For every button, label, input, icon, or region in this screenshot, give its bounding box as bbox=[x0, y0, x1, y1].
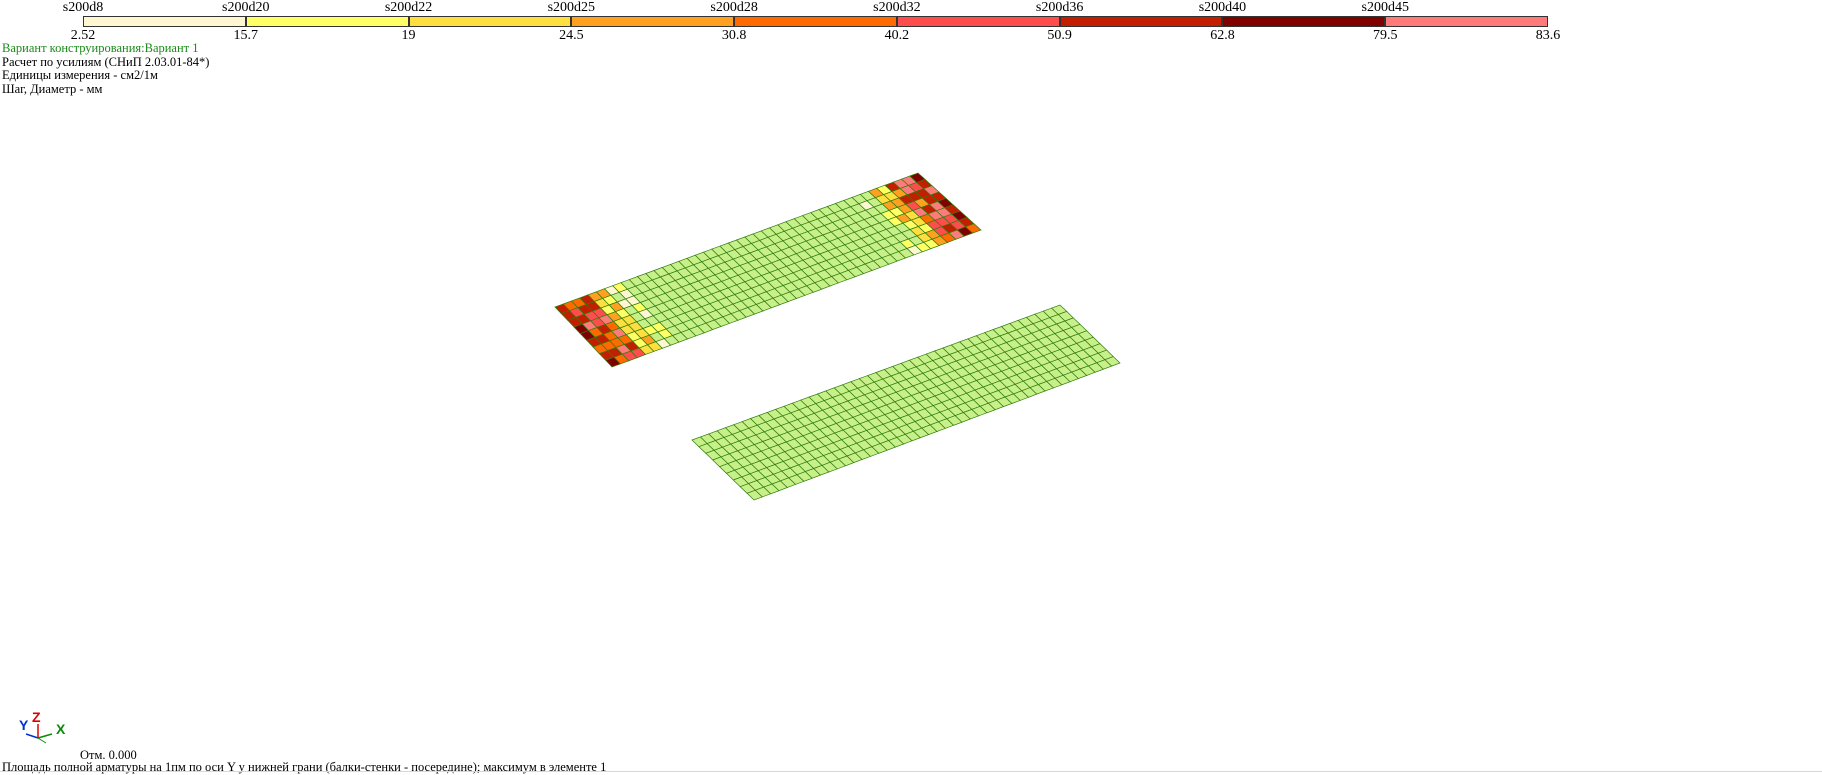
legend-rebar-label: s200d40 bbox=[1198, 0, 1247, 15]
axis-y-label: Y bbox=[19, 717, 29, 733]
legend-value-label: 83.6 bbox=[1535, 28, 1561, 43]
legend-swatch bbox=[734, 16, 897, 27]
legend-value-label: 50.9 bbox=[1047, 28, 1072, 43]
legend-rebar-label: s200d45 bbox=[1361, 0, 1409, 15]
legend-value-label: 79.5 bbox=[1372, 28, 1398, 43]
legend-rebar-label: s200d22 bbox=[384, 0, 433, 15]
calc-method-label: Расчет по усилиям (СНиП 2.03.01-84*) bbox=[2, 54, 210, 69]
legend-value-label: 19 bbox=[401, 28, 416, 43]
legend-value-label: 40.2 bbox=[884, 28, 910, 43]
upper-plate-mesh[interactable] bbox=[554, 172, 982, 368]
status-divider bbox=[0, 771, 1822, 772]
legend-rebar-label: s200d28 bbox=[710, 0, 758, 15]
legend-value-label: 15.7 bbox=[233, 28, 259, 43]
axis-x-label: X bbox=[56, 721, 66, 737]
legend-swatch bbox=[83, 16, 246, 27]
legend-rebar-label: s200d32 bbox=[873, 0, 921, 15]
legend-rebar-label: s200d36 bbox=[1035, 0, 1084, 15]
design-variant-label: Вариант конструирования:Вариант 1 bbox=[2, 41, 199, 55]
legend-swatch bbox=[408, 16, 572, 27]
lower-plate-mesh[interactable] bbox=[691, 304, 1121, 501]
legend-value-label: 30.8 bbox=[721, 28, 747, 43]
units-label: Единицы измерения - см2/1м bbox=[2, 68, 158, 82]
legend-rebar-label: s200d8 bbox=[62, 0, 104, 15]
legend-value-label: 62.8 bbox=[1210, 28, 1235, 43]
legend-rebar-label: s200d20 bbox=[222, 0, 270, 15]
legend-swatch bbox=[571, 16, 735, 27]
legend-swatch bbox=[1385, 16, 1548, 27]
color-scale-legend: s200d8 s200d20 s200d22 s200d25 s200d28 s200d3… bbox=[0, 0, 1822, 46]
model-viewport[interactable] bbox=[0, 90, 1822, 690]
legend-swatch bbox=[1059, 16, 1223, 27]
legend-value-label: 24.5 bbox=[559, 28, 584, 43]
legend-swatch bbox=[1222, 16, 1386, 27]
analysis-info: Вариант конструирования:Вариант 1 Расчет… bbox=[2, 41, 210, 96]
axis-triad-icon: Z Y X bbox=[19, 709, 66, 744]
legend-rebar-label: s200d25 bbox=[547, 0, 596, 15]
legend-swatch bbox=[245, 16, 409, 27]
legend-swatch bbox=[896, 16, 1060, 27]
axis-z-label: Z bbox=[32, 709, 41, 725]
